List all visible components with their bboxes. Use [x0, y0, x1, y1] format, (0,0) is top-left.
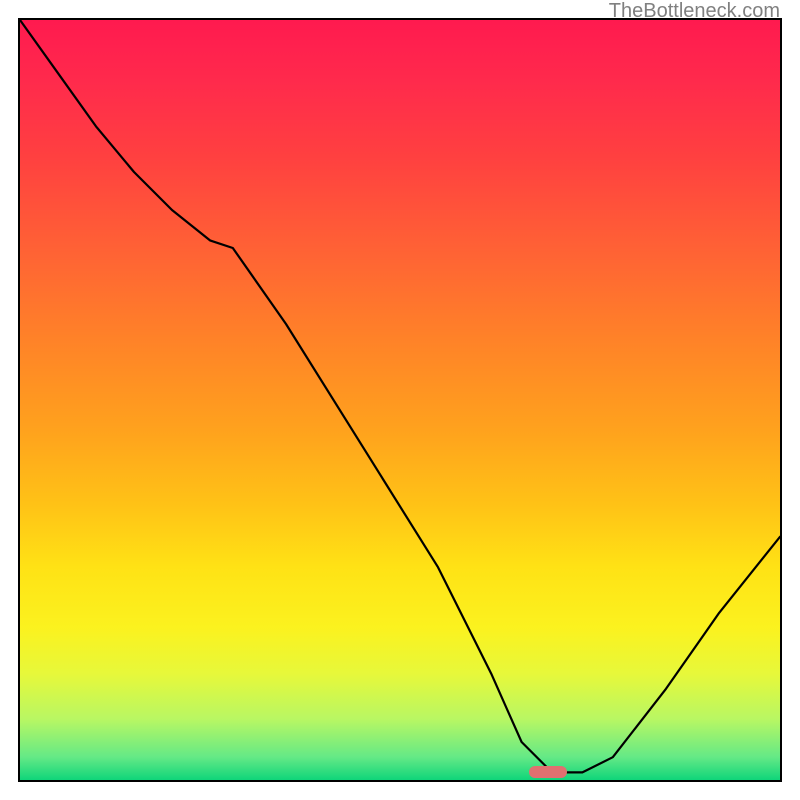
curve-path: [20, 20, 780, 772]
chart-curve: [20, 20, 780, 780]
chart-frame: [18, 18, 782, 782]
chart-highlight-marker: [529, 766, 567, 778]
